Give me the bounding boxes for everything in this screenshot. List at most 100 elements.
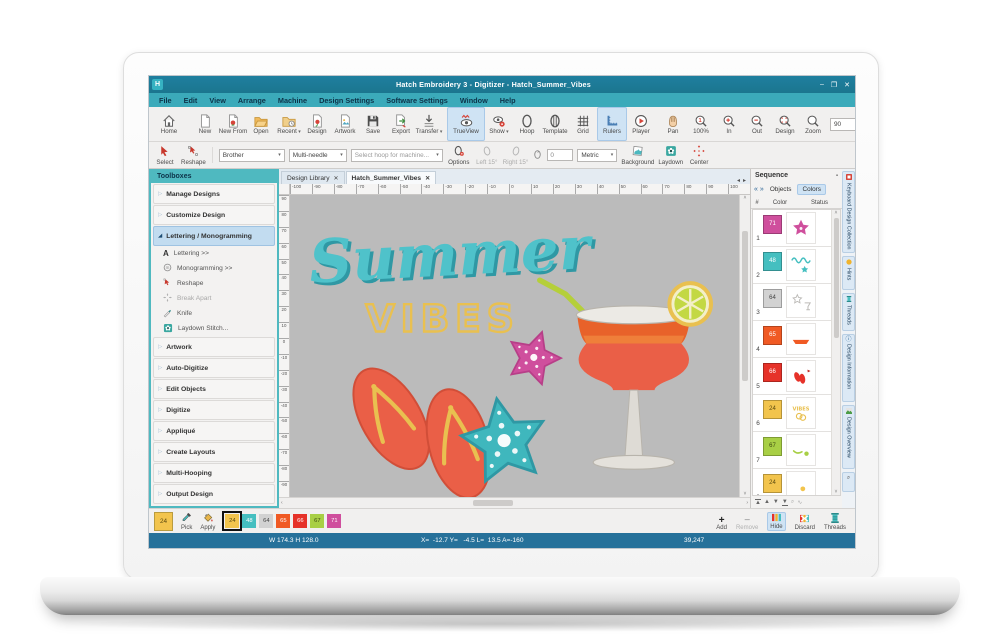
rotate-right-15-button[interactable]: Right 15° xyxy=(503,145,529,166)
scroll-down-icon[interactable]: ˅ xyxy=(835,489,838,495)
toolbox-output-design[interactable]: ▷Output Design xyxy=(153,484,275,504)
tab-search[interactable]: ⌕ xyxy=(842,472,855,492)
thread-color-chip[interactable]: 48 xyxy=(763,252,782,271)
artwork-button[interactable]: Artwork xyxy=(331,107,359,141)
center-button[interactable]: Center xyxy=(687,145,711,166)
current-color-swatch[interactable]: 24 xyxy=(154,512,173,531)
hoop-toggle[interactable]: Hoop xyxy=(513,107,541,141)
zoom-tool-button[interactable]: Zoom xyxy=(799,107,827,141)
minimize-button[interactable]: – xyxy=(820,81,824,89)
toolbox-edit-objects[interactable]: ▷Edit Objects xyxy=(153,379,275,399)
zoom-100-button[interactable]: 1 100% xyxy=(687,107,715,141)
select-tool-button[interactable]: Select xyxy=(153,145,177,166)
zoom-level-combo[interactable]: 90▾ xyxy=(830,118,855,131)
sequence-row[interactable]: 7 67 xyxy=(753,432,831,469)
pan-button[interactable]: Pan xyxy=(659,107,687,141)
close-button[interactable]: ✕ xyxy=(844,81,850,89)
hoop-select-combo[interactable]: Select hoop for machine...▾ xyxy=(351,149,443,162)
toolbox-artwork[interactable]: ▷Artwork xyxy=(153,337,275,357)
toolbox-customize-design[interactable]: ▷Customize Design xyxy=(153,205,275,225)
thread-color-chip[interactable]: 71 xyxy=(763,215,782,234)
show-menu-button[interactable]: Show ▾ xyxy=(485,107,513,141)
rulers-toggle[interactable]: Rulers xyxy=(597,107,627,141)
tab-hints[interactable]: Hints xyxy=(842,256,855,290)
thread-color-chip[interactable]: 67 xyxy=(763,437,782,456)
toolbox-multi-hooping[interactable]: ▷Multi-Hooping xyxy=(153,463,275,483)
tool-lettering[interactable]: A Lettering >> xyxy=(151,246,277,261)
toolbox-applique[interactable]: ▷Appliqué xyxy=(153,421,275,441)
zoom-out-button[interactable]: Out xyxy=(743,107,771,141)
sequence-row[interactable]: 4 65 xyxy=(753,321,831,358)
trueview-toggle[interactable]: TrueView xyxy=(447,107,485,141)
home-button[interactable]: Home xyxy=(151,107,187,141)
add-color-button[interactable]: + Add xyxy=(716,516,727,531)
apply-color-button[interactable]: Apply xyxy=(200,512,215,531)
maximize-button[interactable]: ❐ xyxy=(831,81,837,89)
menu-edit[interactable]: Edit xyxy=(184,96,198,105)
sequence-expand-button[interactable]: » xyxy=(760,186,764,193)
canvas-horizontal-scrollbar[interactable]: ‹ › xyxy=(279,497,750,508)
tab-hatch-summer-vibes[interactable]: Hatch_Summer_Vibes✕ xyxy=(346,171,437,184)
new-button[interactable]: New xyxy=(191,107,219,141)
recent-button[interactable]: Recent ▾ xyxy=(275,107,303,141)
machine-type-combo[interactable]: Multi-needle▾ xyxy=(289,149,347,162)
toolbox-digitize[interactable]: ▷Digitize xyxy=(153,400,275,420)
thread-color-chip[interactable]: 24 xyxy=(763,400,782,419)
laydown-button[interactable]: Laydown xyxy=(658,145,683,166)
menu-design-settings[interactable]: Design Settings xyxy=(319,96,374,105)
sequence-row[interactable]: 8 24 xyxy=(753,469,831,495)
threads-button[interactable]: Threads xyxy=(824,513,846,531)
tab-objects[interactable]: Objects xyxy=(766,185,796,194)
rotate-angle-input[interactable]: 0 xyxy=(547,149,573,161)
player-button[interactable]: Player xyxy=(627,107,655,141)
menu-arrange[interactable]: Arrange xyxy=(238,96,266,105)
thread-color-chip[interactable]: 66 xyxy=(763,363,782,382)
design-canvas[interactable]: Summer Summer VIBES xyxy=(290,195,739,497)
hoop-options-button[interactable]: Options xyxy=(447,145,471,166)
open-button[interactable]: Open xyxy=(247,107,275,141)
move-down-button[interactable]: ▼ xyxy=(773,499,779,505)
palette-swatch[interactable]: 48 xyxy=(242,514,256,528)
scroll-up-icon[interactable]: ˄ xyxy=(744,195,747,201)
menu-file[interactable]: File xyxy=(159,96,172,105)
save-button[interactable]: Save xyxy=(359,107,387,141)
sequence-row[interactable]: 3 64 xyxy=(753,284,831,321)
tab-design-information[interactable]: ⓘ Design Information xyxy=(842,334,855,402)
reshape-tool-button[interactable]: Reshape xyxy=(181,145,206,166)
close-tab-icon[interactable]: ✕ xyxy=(334,175,339,182)
pick-color-button[interactable]: Pick xyxy=(181,512,192,531)
palette-swatch[interactable]: 66 xyxy=(293,514,307,528)
sequence-collapse-button[interactable]: « xyxy=(754,186,758,193)
sequence-row[interactable]: 2 48 xyxy=(753,247,831,284)
scrollbar-thumb[interactable] xyxy=(834,218,839,338)
sequence-row[interactable]: 5 66 xyxy=(753,358,831,395)
tab-colors[interactable]: Colors xyxy=(797,184,825,195)
sequence-row[interactable]: 6 24 VIBES xyxy=(753,395,831,432)
template-toggle[interactable]: Template xyxy=(541,107,569,141)
grid-toggle[interactable]: Grid xyxy=(569,107,597,141)
move-to-end-button[interactable]: ▼ xyxy=(782,499,788,506)
palette-swatch[interactable]: 65 xyxy=(276,514,290,528)
discard-unused-button[interactable]: Discard xyxy=(795,514,815,531)
thread-color-chip[interactable]: 64 xyxy=(763,289,782,308)
tab-scroll-left-icon[interactable]: ◂ xyxy=(737,177,740,184)
menu-software-settings[interactable]: Software Settings xyxy=(386,96,448,105)
rotate-left-15-button[interactable]: Left 15° xyxy=(475,145,499,166)
menu-window[interactable]: Window xyxy=(460,96,488,105)
tool-reshape[interactable]: Reshape xyxy=(151,276,277,291)
tool-knife[interactable]: Knife xyxy=(151,306,277,321)
palette-swatch[interactable]: 24 xyxy=(225,514,239,528)
tab-scroll-right-icon[interactable]: ▸ xyxy=(743,177,746,184)
transfer-button[interactable]: Transfer ▾ xyxy=(415,107,443,141)
scroll-right-icon[interactable]: › xyxy=(746,500,748,506)
sequence-tool-icon[interactable]: ∿ xyxy=(797,499,802,506)
sequence-row[interactable]: 1 71 xyxy=(753,210,831,247)
close-tab-icon[interactable]: ✕ xyxy=(425,175,430,182)
scrollbar-thumb[interactable] xyxy=(473,500,513,506)
scroll-left-icon[interactable]: ‹ xyxy=(281,500,283,506)
thread-color-chip[interactable]: 65 xyxy=(763,326,782,345)
panel-pin-icon[interactable]: ▪ xyxy=(836,173,838,179)
tab-keyboard-design-collection[interactable]: Keyboard Design Collection xyxy=(842,171,855,253)
sequence-scrollbar[interactable]: ˄ ˅ xyxy=(831,210,840,495)
remove-color-button[interactable]: − Remove xyxy=(736,516,758,531)
